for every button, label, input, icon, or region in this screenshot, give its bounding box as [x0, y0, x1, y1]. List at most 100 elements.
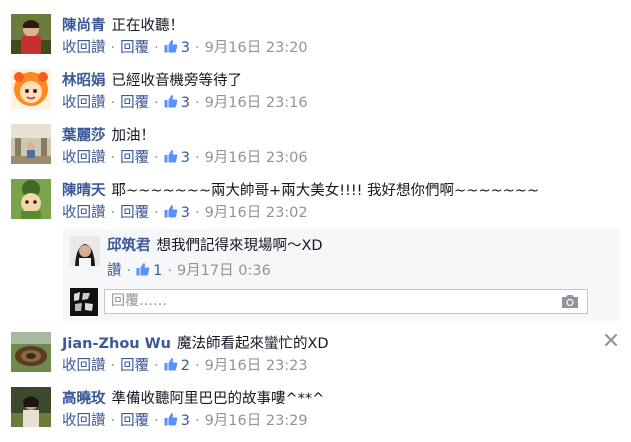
- comment-actions: 收回讚 · 回覆 · 3 · 9月16日 23:16: [62, 92, 308, 114]
- separator-dot: ·: [110, 95, 116, 111]
- separator-dot: ·: [167, 263, 172, 279]
- comment-text: 正在收聽！: [111, 18, 185, 34]
- comment-body: 林昭娟 已經收音機旁等待了: [62, 70, 242, 92]
- separator-dot: ·: [154, 358, 159, 374]
- comment-text: 已經收音機旁等待了: [111, 73, 243, 89]
- reply-body: 邱筑君 想我們記得來現場啊～XD: [107, 235, 323, 257]
- comment-actions: 收回讚 · 回覆 · 2 · 9月16日 23:23: [62, 355, 308, 377]
- comment-text: 加油！: [111, 128, 156, 144]
- like-count[interactable]: 3: [181, 95, 190, 111]
- comment-actions: 收回讚 · 回覆 · 3 · 9月16日 23:02: [62, 202, 308, 224]
- comment-author[interactable]: 陳晴天: [62, 183, 106, 199]
- reply-actions: 讚 · 1 · 9月17日 0:36: [107, 260, 271, 282]
- thumbs-up-icon[interactable]: [164, 149, 178, 163]
- like-count[interactable]: 3: [181, 205, 190, 221]
- timestamp[interactable]: 9月16日 23:23: [205, 358, 308, 374]
- separator-dot: ·: [154, 95, 159, 111]
- comment-author[interactable]: 高曉玫: [62, 391, 106, 407]
- thumbs-up-icon[interactable]: [136, 262, 150, 276]
- timestamp[interactable]: 9月16日 23:16: [205, 95, 308, 111]
- comment-text: 魔法師看起來蠻忙的XD: [176, 336, 329, 352]
- avatar[interactable]: [11, 69, 51, 109]
- reply-link[interactable]: 回覆: [120, 150, 149, 166]
- unlike-link[interactable]: 收回讚: [62, 150, 106, 166]
- separator-dot: ·: [194, 413, 200, 429]
- avatar[interactable]: [11, 124, 51, 164]
- separator-dot: ·: [154, 40, 159, 56]
- unlike-link[interactable]: 收回讚: [62, 95, 106, 111]
- reply-link[interactable]: 回覆: [120, 40, 149, 56]
- reply-input-placeholder: 回覆……: [111, 293, 167, 309]
- comment-actions: 收回讚 · 回覆 · 3 · 9月16日 23:06: [62, 147, 308, 169]
- like-count[interactable]: 1: [153, 263, 162, 279]
- thumbs-up-icon[interactable]: [164, 39, 178, 53]
- comment-actions: 收回讚 · 回覆 · 3 · 9月16日 23:20: [62, 37, 308, 59]
- comment-text: 準備收聽阿里巴巴的故事嘍^**^: [111, 391, 325, 407]
- comment-item: 陳晴天 耶~~~~~~~兩大帥哥+兩大美女!!!! 我好想你們啊~~~~~~~ 收…: [0, 179, 631, 234]
- reply-link[interactable]: 回覆: [120, 205, 149, 221]
- separator-dot: ·: [194, 150, 200, 166]
- comment-item: 林昭娟 已經收音機旁等待了 收回讚 · 回覆 · 3 · 9月16日 23:16: [0, 69, 631, 124]
- timestamp[interactable]: 9月16日 23:06: [205, 150, 308, 166]
- reply-author[interactable]: 邱筑君: [107, 238, 151, 254]
- comment-actions: 收回讚 · 回覆 · 3 · 9月16日 23:29: [62, 410, 308, 432]
- separator-dot: ·: [154, 413, 159, 429]
- avatar[interactable]: [11, 387, 51, 427]
- separator-dot: ·: [194, 358, 200, 374]
- separator-dot: ·: [194, 95, 200, 111]
- like-count[interactable]: 2: [181, 358, 190, 374]
- camera-icon[interactable]: [561, 293, 579, 309]
- unlike-link[interactable]: 收回讚: [62, 205, 106, 221]
- reply-link[interactable]: 回覆: [120, 358, 149, 374]
- unlike-link[interactable]: 收回讚: [62, 40, 106, 56]
- avatar[interactable]: [11, 179, 51, 219]
- unlike-link[interactable]: 收回讚: [62, 358, 106, 374]
- thumbs-up-icon[interactable]: [164, 94, 178, 108]
- comment-item: 葉麗莎 加油！ 收回讚 · 回覆 · 3 · 9月16日 23:06: [0, 124, 631, 179]
- avatar[interactable]: [11, 332, 51, 372]
- like-count[interactable]: 3: [181, 413, 190, 429]
- timestamp[interactable]: 9月16日 23:20: [205, 40, 308, 56]
- reply-input[interactable]: 回覆……: [104, 289, 588, 314]
- separator-dot: ·: [194, 205, 200, 221]
- separator-dot: ·: [110, 205, 116, 221]
- reply-thread: 邱筑君 想我們記得來現場啊～XD 讚 · 1 · 9月17日 0:36 回覆……: [62, 229, 620, 321]
- separator-dot: ·: [154, 150, 159, 166]
- comment-body: 高曉玫 準備收聽阿里巴巴的故事嘍^**^: [62, 388, 324, 410]
- timestamp[interactable]: 9月17日 0:36: [177, 263, 271, 279]
- comment-item: 高曉玫 準備收聽阿里巴巴的故事嘍^**^ 收回讚 · 回覆 · 3 · 9月16日 23:29: [0, 387, 631, 442]
- reply-link[interactable]: 回覆: [120, 413, 149, 429]
- comment-body: 葉麗莎 加油！: [62, 125, 155, 147]
- timestamp[interactable]: 9月16日 23:29: [205, 413, 308, 429]
- comment-text: 耶~~~~~~~兩大帥哥+兩大美女!!!! 我好想你們啊~~~~~~~: [111, 183, 540, 199]
- timestamp[interactable]: 9月16日 23:02: [205, 205, 308, 221]
- like-link[interactable]: 讚: [107, 263, 122, 279]
- close-icon[interactable]: [604, 333, 618, 347]
- comment-body: Jian-Zhou Wu 魔法師看起來蠻忙的XD: [62, 333, 329, 355]
- comment-body: 陳尚青 正在收聽！: [62, 15, 184, 37]
- reply-text: 想我們記得來現場啊～XD: [156, 238, 323, 254]
- comment-body: 陳晴天 耶~~~~~~~兩大帥哥+兩大美女!!!! 我好想你們啊~~~~~~~: [62, 180, 539, 202]
- reply-link[interactable]: 回覆: [120, 95, 149, 111]
- separator-dot: ·: [110, 413, 116, 429]
- like-count[interactable]: 3: [181, 150, 190, 166]
- separator-dot: ·: [110, 358, 116, 374]
- comment-author[interactable]: 林昭娟: [62, 73, 106, 89]
- like-count[interactable]: 3: [181, 40, 190, 56]
- unlike-link[interactable]: 收回讚: [62, 413, 106, 429]
- thumbs-up-icon[interactable]: [164, 204, 178, 218]
- separator-dot: ·: [110, 40, 116, 56]
- current-user-avatar: [70, 288, 98, 316]
- thumbs-up-icon[interactable]: [164, 357, 178, 371]
- thumbs-up-icon[interactable]: [164, 412, 178, 426]
- comment-author[interactable]: Jian-Zhou Wu: [62, 336, 171, 352]
- avatar[interactable]: [11, 14, 51, 54]
- comment-author[interactable]: 陳尚青: [62, 18, 106, 34]
- avatar[interactable]: [70, 236, 100, 266]
- separator-dot: ·: [154, 205, 159, 221]
- comment-item: Jian-Zhou Wu 魔法師看起來蠻忙的XD 收回讚 · 回覆 · 2 · 9月16日 2…: [0, 332, 631, 387]
- comment-item: 陳尚青 正在收聽！ 收回讚 · 回覆 · 3 · 9月16日 23:20: [0, 14, 631, 69]
- separator-dot: ·: [126, 263, 132, 279]
- separator-dot: ·: [194, 40, 200, 56]
- comment-author[interactable]: 葉麗莎: [62, 128, 106, 144]
